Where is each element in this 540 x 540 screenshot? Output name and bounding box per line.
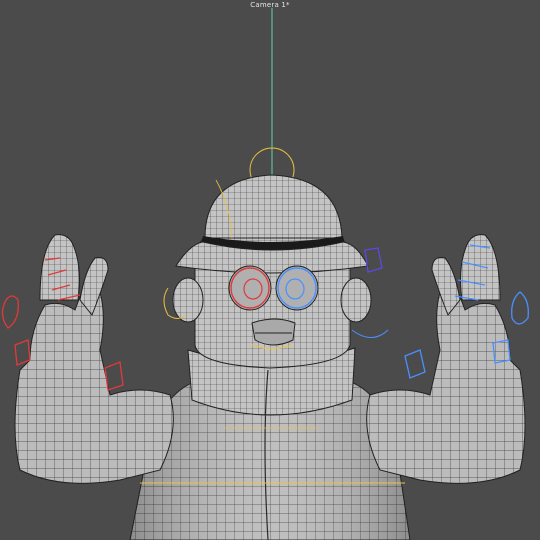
left-eye-mesh[interactable] <box>228 265 272 311</box>
right-ear-control[interactable] <box>511 291 529 325</box>
scene-canvas[interactable] <box>0 0 540 540</box>
right-wrist-control[interactable] <box>404 349 426 379</box>
3d-viewport[interactable]: Camera 1* <box>0 0 540 540</box>
left-ear-control[interactable] <box>1 295 19 329</box>
right-ear-mesh[interactable] <box>340 277 372 323</box>
left-ear-mesh[interactable] <box>172 277 204 323</box>
hat-crown-mesh[interactable] <box>204 174 343 239</box>
left-hand-control[interactable] <box>14 339 31 366</box>
right-head-control[interactable] <box>364 247 383 273</box>
right-eye-mesh[interactable] <box>275 265 319 311</box>
mouth-mesh[interactable] <box>251 318 296 346</box>
right-cheek-control[interactable] <box>351 329 389 338</box>
left-wrist-control[interactable] <box>104 361 124 391</box>
camera-label[interactable]: Camera 1* <box>0 1 540 9</box>
